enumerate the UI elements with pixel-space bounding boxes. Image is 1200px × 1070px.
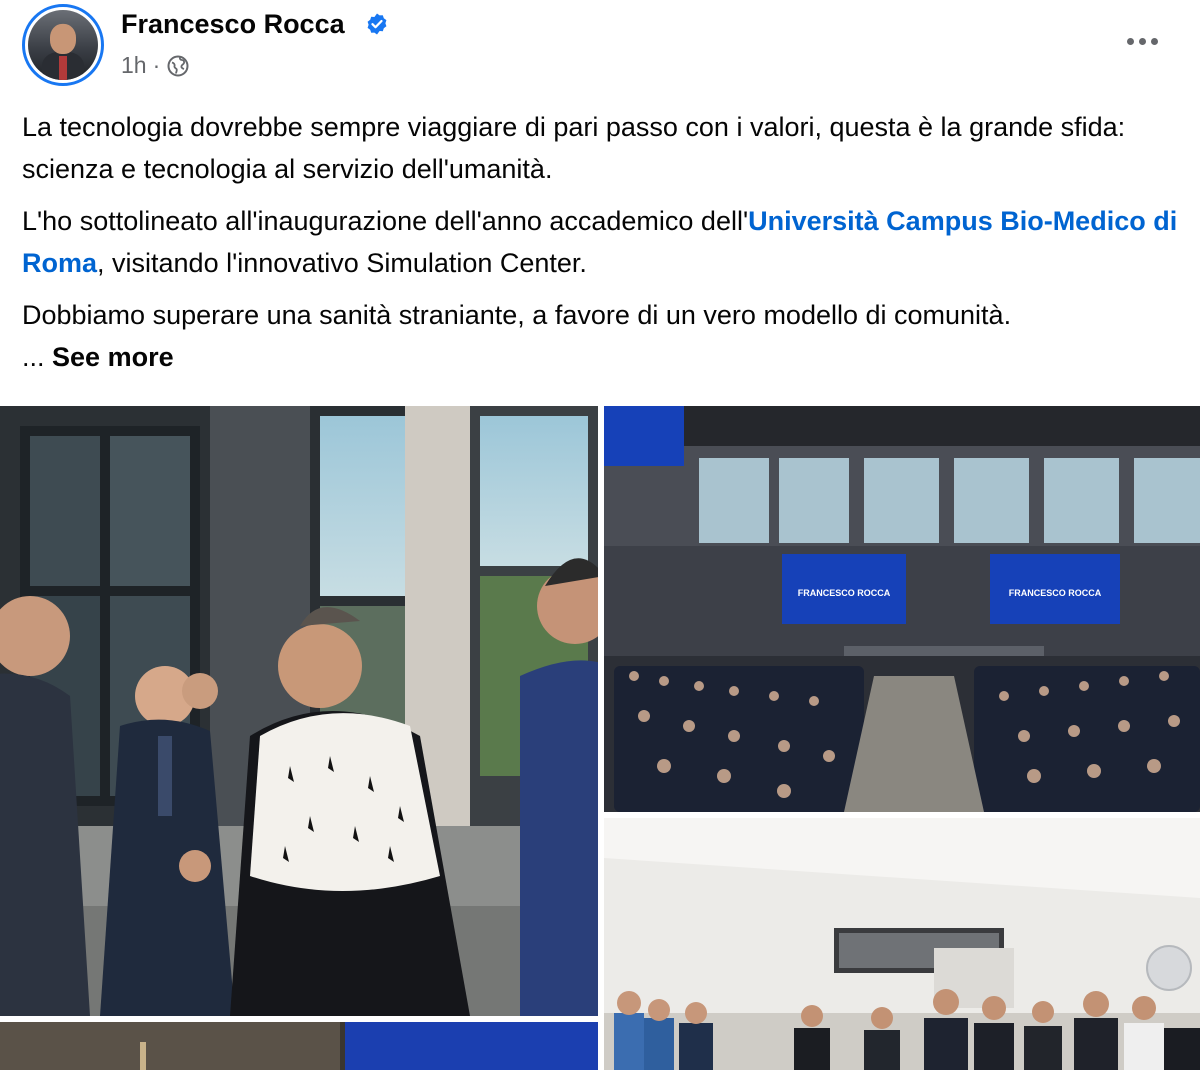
paragraph-text: Dobbiamo superare una sanità straniante,… xyxy=(22,300,1012,330)
more-dot xyxy=(1138,37,1146,45)
paragraph-text: , visitando l'innovativo Simulation Cent… xyxy=(97,248,587,278)
photo-stage[interactable] xyxy=(0,1022,598,1070)
photo-simulation-center[interactable] xyxy=(604,818,1200,1070)
handshake-photo-image xyxy=(0,406,598,1016)
post-paragraph: Dobbiamo superare una sanità straniante,… xyxy=(22,294,1182,378)
ellipsis: ... xyxy=(22,342,45,372)
screen-text-left: FRANCESCO ROCCA xyxy=(798,588,891,598)
more-options-button[interactable] xyxy=(1120,26,1164,56)
globe-icon[interactable] xyxy=(166,54,190,78)
stage-photo-image xyxy=(0,1022,598,1070)
more-dot xyxy=(1126,37,1134,45)
paragraph-text: L'ho sottolineato all'inaugurazione dell… xyxy=(22,206,749,236)
auditorium-photo-image: FRANCESCO ROCCA FRANCESCO ROCCA xyxy=(604,406,1200,812)
more-dot xyxy=(1150,37,1158,45)
post-text: La tecnologia dovrebbe sempre viaggiare … xyxy=(22,106,1182,388)
post-meta: 1h · xyxy=(121,52,190,79)
photo-grid: FRANCESCO ROCCA FRANCESCO ROCCA xyxy=(0,406,1200,1070)
profile-photo xyxy=(28,10,98,80)
photo-handshake[interactable] xyxy=(0,406,598,1016)
see-more-button[interactable]: See more xyxy=(52,342,174,372)
author-name[interactable]: Francesco Rocca xyxy=(121,9,345,40)
post-time[interactable]: 1h xyxy=(121,52,147,79)
simulation-photo-image xyxy=(604,818,1200,1070)
meta-separator: · xyxy=(152,52,161,78)
post-paragraph: La tecnologia dovrebbe sempre viaggiare … xyxy=(22,112,1126,184)
post-paragraph: L'ho sottolineato all'inaugurazione dell… xyxy=(22,200,1182,284)
verified-badge-icon xyxy=(367,13,387,35)
screen-text-right: FRANCESCO ROCCA xyxy=(1009,588,1102,598)
photo-auditorium[interactable]: FRANCESCO ROCCA FRANCESCO ROCCA xyxy=(604,406,1200,812)
avatar[interactable] xyxy=(22,4,104,86)
post-header: Francesco Rocca 1h · xyxy=(0,0,1200,100)
